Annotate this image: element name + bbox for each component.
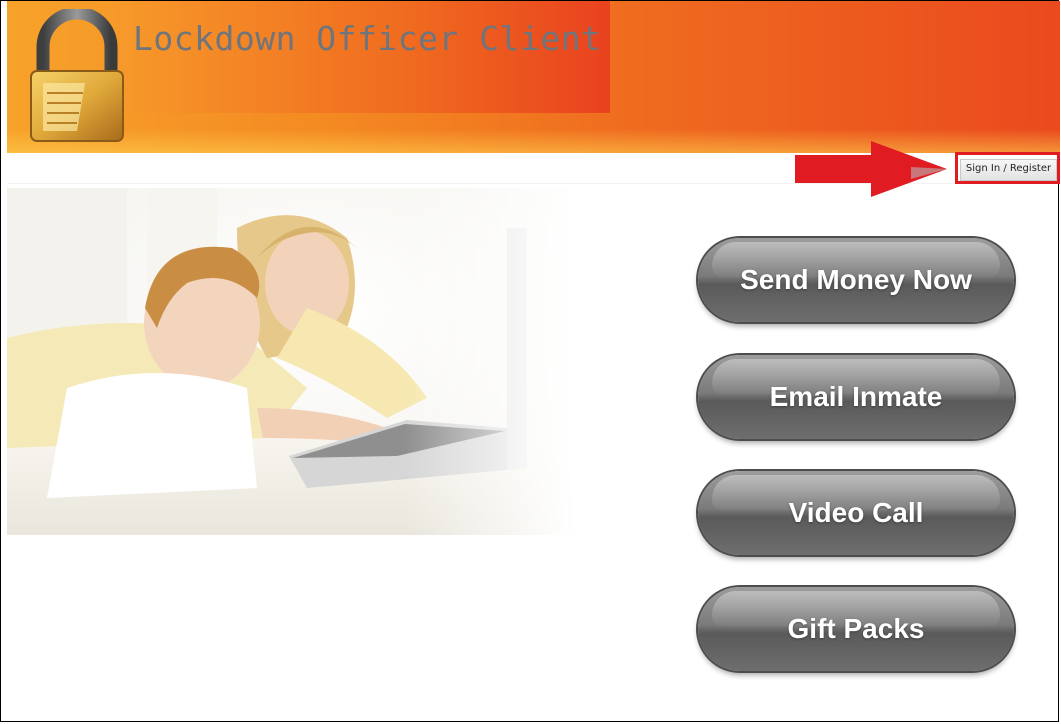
gift-packs-button[interactable]: Gift Packs	[698, 587, 1014, 671]
red-arrow-icon	[795, 141, 947, 197]
padlock-icon	[30, 9, 124, 142]
send-money-button[interactable]: Send Money Now	[698, 238, 1014, 322]
page-frame: Lockdown Officer Client Sign In / Regist…	[0, 0, 1060, 722]
app-title: Lockdown Officer Client	[133, 19, 602, 58]
video-call-button[interactable]: Video Call	[698, 471, 1014, 555]
sign-in-register-link[interactable]: Sign In / Register	[960, 159, 1057, 181]
sign-in-highlight: Sign In / Register	[955, 152, 1060, 184]
email-inmate-button[interactable]: Email Inmate	[698, 355, 1014, 439]
mother-and-child-at-laptop-photo	[7, 188, 575, 535]
